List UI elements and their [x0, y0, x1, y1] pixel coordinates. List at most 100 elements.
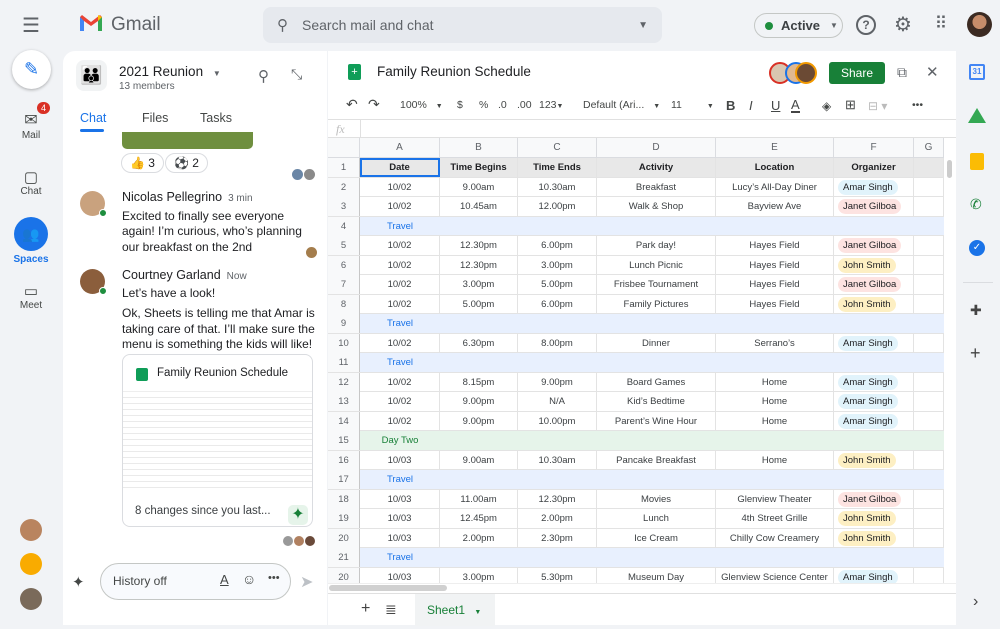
- decrease-decimal-button[interactable]: .0: [498, 99, 507, 111]
- search-input[interactable]: Search mail and chat: [302, 17, 624, 33]
- cell[interactable]: Organizer: [834, 158, 914, 177]
- cell[interactable]: 10/02: [360, 372, 440, 392]
- dm-avatar[interactable]: [20, 588, 42, 610]
- cell[interactable]: 3.00pm: [440, 567, 518, 583]
- organizer-chip[interactable]: Amar Singh: [838, 413, 898, 429]
- cell[interactable]: [914, 333, 944, 353]
- row-number[interactable]: 10: [328, 333, 360, 353]
- organizer-chip[interactable]: John Smith: [838, 257, 896, 273]
- tab-tasks[interactable]: Tasks: [200, 111, 232, 125]
- cell[interactable]: Janet Gilboa: [834, 197, 914, 216]
- cell[interactable]: 9.00pm: [440, 392, 518, 411]
- cell[interactable]: [914, 255, 944, 275]
- spreadsheet-grid[interactable]: A B C D E F G 1 Date Time Begins Time Ends Activity…: [328, 138, 956, 583]
- organizer-chip[interactable]: Amar Singh: [838, 374, 898, 390]
- cell[interactable]: Amar Singh: [834, 411, 914, 431]
- organizer-chip[interactable]: John Smith: [838, 452, 896, 468]
- format-text-icon[interactable]: A: [220, 572, 229, 587]
- search-options-icon[interactable]: ▼: [638, 20, 648, 31]
- cell[interactable]: Lunch: [597, 509, 716, 528]
- cell[interactable]: 10/03: [360, 509, 440, 528]
- cell[interactable]: 12.30pm: [440, 236, 518, 255]
- column-header[interactable]: B: [440, 138, 518, 158]
- cell[interactable]: 10/02: [360, 411, 440, 431]
- cell[interactable]: Bayview Ave: [716, 197, 834, 216]
- gear-icon[interactable]: ⚙: [892, 12, 914, 36]
- status-selector[interactable]: Active ▼: [754, 13, 843, 38]
- cell[interactable]: 9.00pm: [518, 372, 597, 392]
- column-header[interactable]: C: [518, 138, 597, 158]
- cell[interactable]: Pancake Breakfast: [597, 450, 716, 470]
- section-label[interactable]: Travel: [360, 314, 440, 333]
- row-number[interactable]: 5: [328, 236, 360, 255]
- cell[interactable]: Activity: [597, 158, 716, 177]
- row-number[interactable]: 15: [328, 431, 360, 450]
- row-number[interactable]: 1: [328, 158, 360, 177]
- cell[interactable]: 4th Street Grille: [716, 509, 834, 528]
- cell[interactable]: 5.30pm: [518, 567, 597, 583]
- scroll-thumb[interactable]: [947, 160, 952, 178]
- collapse-icon[interactable]: ⤡: [291, 66, 302, 83]
- tab-chat[interactable]: Chat: [80, 111, 106, 125]
- cell[interactable]: 2.00pm: [440, 528, 518, 548]
- cell[interactable]: Parent’s Wine Hour: [597, 411, 716, 431]
- message-composer[interactable]: History off A ☺ •••: [100, 563, 291, 600]
- organizer-chip[interactable]: Amar Singh: [838, 394, 898, 409]
- dm-avatar[interactable]: [20, 519, 42, 541]
- row-number[interactable]: 7: [328, 275, 360, 294]
- cell[interactable]: Kid’s Bedtime: [597, 392, 716, 411]
- section-label[interactable]: Travel: [360, 470, 440, 489]
- cell[interactable]: 2.30pm: [518, 528, 597, 548]
- cell[interactable]: Amar Singh: [834, 372, 914, 392]
- cell[interactable]: Lunch Picnic: [597, 255, 716, 275]
- format-select[interactable]: 123▼: [539, 99, 563, 111]
- cell[interactable]: Hayes Field: [716, 294, 834, 314]
- cell[interactable]: 3.00pm: [440, 275, 518, 294]
- cell[interactable]: John Smith: [834, 509, 914, 528]
- cell[interactable]: 12.30pm: [518, 489, 597, 509]
- cell[interactable]: Serrano’s: [716, 333, 834, 353]
- fill-color-icon[interactable]: ◈: [822, 99, 831, 113]
- more-icon[interactable]: •••: [268, 572, 280, 584]
- cell[interactable]: [914, 158, 944, 177]
- organizer-chip[interactable]: John Smith: [838, 296, 896, 312]
- cell[interactable]: John Smith: [834, 294, 914, 314]
- cell[interactable]: Museum Day: [597, 567, 716, 583]
- cell[interactable]: 6.30pm: [440, 333, 518, 353]
- cell[interactable]: 8.15pm: [440, 372, 518, 392]
- cell[interactable]: 10/02: [360, 333, 440, 353]
- cell[interactable]: 10/03: [360, 528, 440, 548]
- column-header[interactable]: G: [914, 138, 944, 158]
- search-bar[interactable]: ⚲ Search mail and chat ▼: [263, 7, 662, 43]
- zoom-select[interactable]: 100% ▼: [400, 99, 443, 111]
- cell[interactable]: Hayes Field: [716, 275, 834, 294]
- emoji-icon[interactable]: ☺: [242, 571, 256, 587]
- cell[interactable]: Breakfast: [597, 177, 716, 197]
- cell[interactable]: 5.00pm: [440, 294, 518, 314]
- cell[interactable]: Board Games: [597, 372, 716, 392]
- cell[interactable]: Home: [716, 392, 834, 411]
- drive-icon[interactable]: [968, 108, 986, 123]
- row-number[interactable]: 19: [328, 509, 360, 528]
- collaborator-avatar[interactable]: [795, 62, 817, 84]
- cell[interactable]: Ice Cream: [597, 528, 716, 548]
- horizontal-scrollbar[interactable]: [328, 583, 956, 593]
- section-label[interactable]: Travel: [360, 217, 440, 236]
- column-header[interactable]: A: [360, 138, 440, 158]
- increase-decimal-button[interactable]: .00: [517, 99, 532, 111]
- organizer-chip[interactable]: Amar Singh: [838, 569, 898, 583]
- sheet-preview-card[interactable]: Family Reunion Schedule 8 changes since …: [122, 354, 313, 527]
- text-color-button[interactable]: A: [791, 98, 800, 113]
- composer-input[interactable]: History off: [113, 574, 167, 588]
- rail-chat[interactable]: ▢ Chat: [0, 168, 62, 197]
- sheet-tab[interactable]: Sheet1 ▼: [415, 594, 495, 626]
- cell[interactable]: Amar Singh: [834, 567, 914, 583]
- space-avatar[interactable]: [20, 553, 42, 575]
- organizer-chip[interactable]: Janet Gilboa: [838, 277, 902, 292]
- keep-icon[interactable]: [970, 153, 984, 170]
- cell[interactable]: 12.00pm: [518, 197, 597, 216]
- row-number[interactable]: 4: [328, 216, 360, 236]
- row-number[interactable]: 20: [328, 567, 360, 583]
- cell[interactable]: 2.00pm: [518, 509, 597, 528]
- cell[interactable]: 12.30pm: [440, 255, 518, 275]
